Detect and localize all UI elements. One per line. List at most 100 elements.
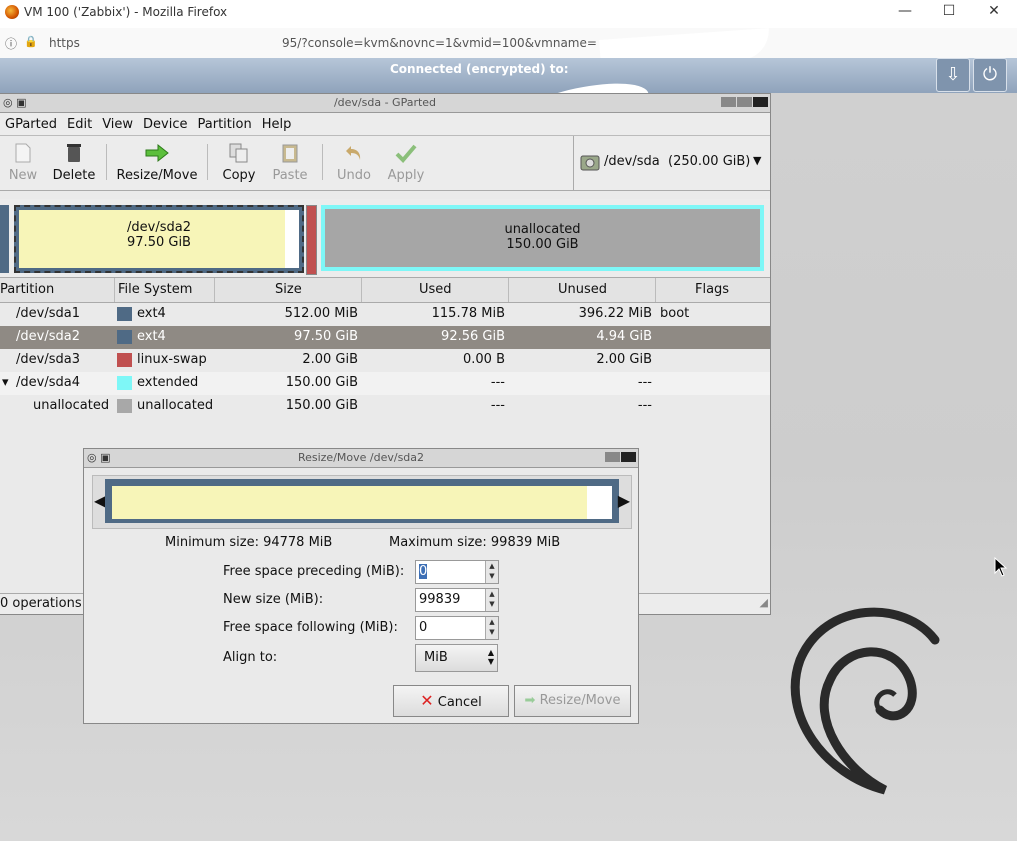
- cell-partition: /dev/sda4: [16, 375, 80, 390]
- align-to-select[interactable]: MiB ▲ ▼: [415, 644, 498, 672]
- filesystem-color-swatch: [117, 399, 132, 413]
- map-sda1[interactable]: [0, 205, 9, 273]
- free-preceding-value[interactable]: 0: [419, 564, 428, 579]
- table-row[interactable]: ▾ /dev/sda4 extended 150.00 GiB --- ---: [0, 372, 770, 395]
- toolbar: New Delete Resize/Move Copy Paste Undo A…: [0, 136, 770, 191]
- filesystem-color-swatch: [117, 353, 132, 367]
- map-sda2-name: /dev/sda2: [127, 220, 191, 235]
- debian-swirl-logo: [790, 607, 940, 795]
- resize-graphic: ◀ ▶: [92, 475, 632, 529]
- min-size-label: Minimum size: 94778 MiB: [165, 535, 333, 550]
- resize-arrow-icon: [145, 143, 169, 163]
- cell-partition: unallocated: [33, 398, 110, 413]
- browser-title: VM 100 ('Zabbix') - Mozilla Firefox: [24, 5, 228, 19]
- new-document-icon: [15, 143, 31, 163]
- resize-move-confirm-button[interactable]: ➡ Resize/Move: [514, 685, 631, 717]
- new-size-spinner[interactable]: 99839 ▲ ▼: [415, 588, 499, 612]
- resize-grip-icon[interactable]: ◢: [760, 596, 768, 609]
- info-icon[interactable]: ⓘ: [5, 35, 17, 52]
- menu-help[interactable]: Help: [257, 113, 297, 132]
- paste-button[interactable]: Paste: [266, 136, 314, 190]
- table-row[interactable]: /dev/sda1 ext4 512.00 MiB 115.78 MiB 396.22 …: [0, 303, 770, 326]
- cell-fs: extended: [137, 375, 199, 390]
- undo-button[interactable]: Undo: [330, 136, 378, 190]
- firefox-icon: [5, 5, 19, 19]
- dialog-titlebar: ◎ ▣ Resize/Move /dev/sda2: [84, 449, 638, 468]
- map-unallocated[interactable]: unallocated 150.00 GiB: [325, 209, 760, 267]
- cell-fs: ext4: [137, 306, 166, 321]
- power-icon[interactable]: ⏻: [973, 58, 1007, 92]
- cell-unused: ---: [637, 375, 652, 390]
- lock-warning-icon[interactable]: 🔒: [24, 35, 38, 48]
- menu-view[interactable]: View: [97, 113, 138, 132]
- align-to-label: Align to:: [223, 650, 278, 665]
- col-flags[interactable]: Flags: [695, 282, 729, 297]
- delete-button[interactable]: Delete: [48, 136, 100, 190]
- connection-status: Connected (encrypted) to:: [390, 62, 569, 76]
- expander-icon[interactable]: ▾: [2, 375, 9, 390]
- cell-partition: /dev/sda1: [16, 306, 80, 321]
- spinner-arrows-icon[interactable]: ▲ ▼: [485, 617, 498, 639]
- map-sda4-extended[interactable]: unallocated 150.00 GiB: [321, 205, 764, 271]
- filesystem-color-swatch: [117, 330, 132, 344]
- apply-label: Apply: [387, 168, 425, 183]
- menu-gparted[interactable]: GParted: [0, 113, 62, 132]
- col-size[interactable]: Size: [275, 282, 302, 297]
- free-following-label: Free space following (MiB):: [223, 620, 398, 635]
- spinner-arrows-icon[interactable]: ▲ ▼: [485, 589, 498, 611]
- filesystem-color-swatch: [117, 307, 132, 321]
- col-used[interactable]: Used: [419, 282, 452, 297]
- new-label: New: [8, 168, 38, 183]
- cell-unused: 4.94 GiB: [596, 329, 652, 344]
- table-row[interactable]: unallocated unallocated 150.00 GiB --- ---: [0, 395, 770, 418]
- menu-device[interactable]: Device: [138, 113, 192, 132]
- window-controls[interactable]: [604, 452, 636, 465]
- send-keys-icon[interactable]: ⇩: [936, 58, 970, 92]
- free-preceding-spinner[interactable]: 0 ▲ ▼: [415, 560, 499, 584]
- partition-bar[interactable]: [105, 479, 619, 523]
- device-name: /dev/sda: [604, 154, 660, 169]
- apply-button[interactable]: Apply: [382, 136, 430, 190]
- col-filesystem[interactable]: File System: [118, 282, 192, 297]
- cell-partition: /dev/sda3: [16, 352, 80, 367]
- spinner-arrows-icon[interactable]: ▲ ▼: [485, 561, 498, 583]
- col-partition[interactable]: Partition: [0, 282, 54, 297]
- free-following-spinner[interactable]: 0 ▲ ▼: [415, 616, 499, 640]
- paste-label: Paste: [272, 168, 308, 183]
- new-button[interactable]: New: [2, 136, 44, 190]
- cell-unused: 396.22 MiB: [578, 306, 652, 321]
- cancel-x-icon: ✕: [420, 691, 434, 710]
- resize-move-button[interactable]: Resize/Move: [112, 136, 202, 190]
- operations-status: 0 operations p: [0, 596, 94, 611]
- cell-fs: linux-swap: [137, 352, 207, 367]
- table-row[interactable]: /dev/sda3 linux-swap 2.00 GiB 0.00 B 2.00 Gi…: [0, 349, 770, 372]
- cell-unused: 2.00 GiB: [596, 352, 652, 367]
- col-unused[interactable]: Unused: [558, 282, 607, 297]
- select-arrows-icon: ▲ ▼: [487, 648, 494, 666]
- table-row[interactable]: /dev/sda2 ext4 97.50 GiB 92.56 GiB 4.94 GiB: [0, 326, 770, 349]
- free-following-value[interactable]: 0: [419, 620, 427, 635]
- map-sda2-size: 97.50 GiB: [127, 235, 191, 250]
- menu-partition[interactable]: Partition: [193, 113, 257, 132]
- cancel-label: Cancel: [437, 695, 482, 710]
- url-bar[interactable]: ⓘ 🔒 https 95/?console=kvm&novnc=1&vmid=1…: [0, 28, 1017, 70]
- paste-clipboard-icon: [282, 144, 298, 163]
- map-sda2[interactable]: /dev/sda2 97.50 GiB: [14, 205, 304, 273]
- table-header: Partition File System Size Used Unused F…: [0, 278, 770, 303]
- right-handle-icon[interactable]: ▶: [618, 491, 630, 510]
- cell-used: 0.00 B: [463, 352, 505, 367]
- device-selector[interactable]: /dev/sda (250.00 GiB) ▼: [573, 136, 769, 190]
- dialog-title: Resize/Move /dev/sda2: [297, 451, 425, 464]
- close-window-button[interactable]: ✕: [984, 3, 1004, 19]
- map-sda3[interactable]: [306, 205, 317, 275]
- cell-size: 150.00 GiB: [285, 398, 358, 413]
- minimize-button[interactable]: —: [895, 3, 915, 19]
- new-size-value[interactable]: 99839: [419, 592, 460, 607]
- filesystem-color-swatch: [117, 376, 132, 390]
- menu-edit[interactable]: Edit: [62, 113, 97, 132]
- copy-button[interactable]: Copy: [214, 136, 264, 190]
- cell-size: 97.50 GiB: [294, 329, 358, 344]
- window-controls[interactable]: [720, 97, 768, 110]
- cancel-button[interactable]: ✕ Cancel: [393, 685, 509, 717]
- maximize-button[interactable]: ☐: [939, 3, 959, 19]
